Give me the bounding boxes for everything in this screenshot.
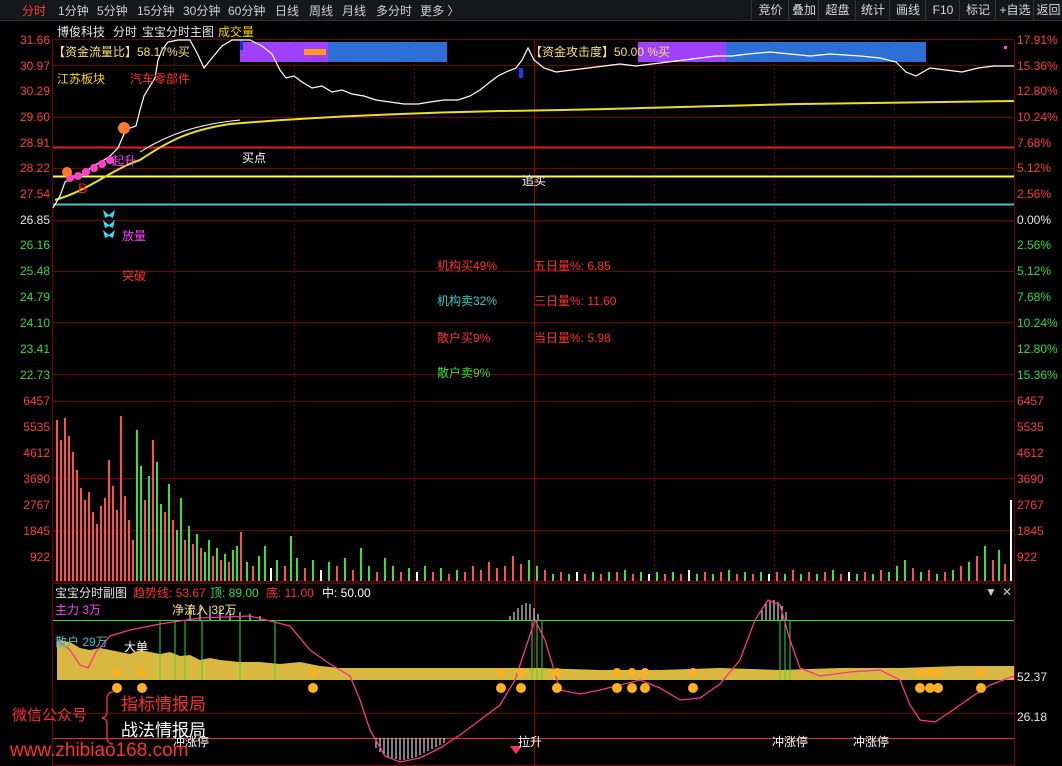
volume-axis-tick: 4612 xyxy=(23,446,50,460)
bottom-value: 底: 11.00 xyxy=(266,586,314,600)
volume-axis-tick: 6457 xyxy=(1017,394,1044,408)
right-axis-tick: 12.80% xyxy=(1017,342,1058,356)
left-axis-tick: 29.60 xyxy=(20,110,51,124)
left-axis-tick: 28.91 xyxy=(20,136,51,150)
flow-dot xyxy=(1004,46,1007,49)
left-axis-tick: 24.79 xyxy=(20,290,51,304)
limit-up-label: 冲涨停 xyxy=(853,735,890,749)
chart-canvas: B xyxy=(52,39,1015,766)
right-axis-tick: 10.24% xyxy=(1017,316,1058,330)
volume-axis-tick: 2767 xyxy=(23,498,50,512)
five-day-volume: 五日量%: 6.85 xyxy=(534,259,611,273)
left-axis-tick: 25.48 xyxy=(20,264,51,278)
left-axis-tick: 26.16 xyxy=(20,238,51,252)
watermark-wechat: 微信公众号 xyxy=(12,707,88,724)
close-icon[interactable]: ✕ xyxy=(1002,585,1012,599)
right-axis-tick: 15.36% xyxy=(1017,59,1058,73)
buy-point-tag: 买点 xyxy=(242,151,267,165)
volume-axis-tick: 3690 xyxy=(1017,472,1044,486)
volume-axis-tick: 1845 xyxy=(23,524,50,538)
retail-buy: 散户买9% xyxy=(437,331,491,345)
watermark-brace xyxy=(101,691,114,745)
left-axis-tick: 24.10 xyxy=(20,316,51,330)
volume-axis-tick: 922 xyxy=(29,550,50,564)
right-axis-tick: 10.24% xyxy=(1017,110,1058,124)
right-axis-tick: 12.80% xyxy=(1017,84,1058,98)
main-force-label: 主力 3万 xyxy=(55,603,102,617)
sub-axis-value: 26.18 xyxy=(1017,710,1048,724)
volume-axis-tick: 922 xyxy=(1017,550,1038,564)
volume-surge-tag: 放量 xyxy=(122,229,147,243)
right-axis-tick: 17.91% xyxy=(1017,33,1058,47)
b-marker: B xyxy=(78,180,87,196)
right-axis-tick: 15.36% xyxy=(1017,368,1058,382)
right-axis-tick: 0.00% xyxy=(1017,213,1052,227)
retail-label: 散户 29万 xyxy=(55,635,108,649)
rise-tag: 起升 xyxy=(112,154,137,168)
volume-axis-tick: 4612 xyxy=(1017,446,1044,460)
right-axis-tick: 5.12% xyxy=(1017,161,1052,175)
limit-up-label: 冲涨停 xyxy=(772,735,809,749)
right-axis-tick: 5.12% xyxy=(1017,264,1052,278)
institution-buy: 机构买49% xyxy=(437,259,498,273)
sub-axis-value: 52.37 xyxy=(1017,670,1048,684)
breakout-tag: 突破 xyxy=(122,269,147,283)
price-tick-marker xyxy=(519,68,523,78)
left-axis-tick: 26.85 xyxy=(20,213,51,227)
left-axis-tick: 30.29 xyxy=(20,84,51,98)
right-axis-tick: 2.56% xyxy=(1017,187,1052,201)
main-panel-border xyxy=(52,39,1015,582)
volume-axis-tick: 6457 xyxy=(23,394,50,408)
retail-sell: 散户卖9% xyxy=(437,366,491,380)
big-order-label: 大单 xyxy=(124,640,149,654)
sub-chart-title: 宝宝分时副图 xyxy=(55,586,128,600)
left-axis-tick: 27.54 xyxy=(20,187,51,201)
volume-axis-tick: 1845 xyxy=(1017,524,1044,538)
sector-tag: 江苏板块 xyxy=(57,72,106,86)
watermark-line2: 战法情报局 xyxy=(121,721,206,740)
volume-axis-tick: 5535 xyxy=(1017,420,1044,434)
three-day-volume: 三日量%: 11.60 xyxy=(534,294,617,308)
volume-axis-tick: 5535 xyxy=(23,420,50,434)
left-axis-tick: 30.97 xyxy=(20,59,51,73)
top-value: 顶: 89.00 xyxy=(210,586,259,600)
mid-value: 中: 50.00 xyxy=(322,586,371,600)
today-volume: 当日量%: 5.98 xyxy=(534,331,611,345)
left-axis-tick: 22.73 xyxy=(20,368,51,382)
volume-axis-tick: 3690 xyxy=(23,472,50,486)
left-axis-tick: 31.66 xyxy=(20,33,51,47)
right-axis-tick: 2.56% xyxy=(1017,238,1052,252)
top-hatch xyxy=(189,600,787,620)
flow-bar-2-blue xyxy=(726,42,926,62)
flow-bar-1-blue xyxy=(328,42,447,62)
capital-area xyxy=(57,640,1014,680)
right-axis-tick: 7.68% xyxy=(1017,290,1052,304)
flow-ratio-label: 【资金流量比】58.17%买 xyxy=(53,45,190,59)
flow-attack-label: 【资金攻击度】50.00 %买 xyxy=(530,45,671,59)
institution-sell: 机构卖32% xyxy=(437,294,498,308)
watermark-url: www.zhibiao168.com xyxy=(10,740,189,761)
trend-value: 趋势线: 53.67 xyxy=(133,586,206,600)
left-axis-tick: 23.41 xyxy=(20,342,51,356)
right-axis-tick: 7.68% xyxy=(1017,136,1052,150)
flow-tick xyxy=(240,40,243,50)
watermark-line1: 指标情报局 xyxy=(121,695,206,714)
volume-axis-tick: 2767 xyxy=(1017,498,1044,512)
collapse-icon[interactable]: ▼ xyxy=(985,585,997,599)
concept-tag: 汽车零部件 xyxy=(130,72,191,86)
left-axis-tick: 28.22 xyxy=(20,161,51,175)
butterfly-icon xyxy=(103,210,115,238)
net-inflow-label: 净流入 32万 xyxy=(172,603,237,617)
pull-up-label: 拉升 xyxy=(518,735,543,749)
flow-bar-1-marker xyxy=(304,49,326,55)
chase-buy-tag: 追买 xyxy=(522,174,547,188)
